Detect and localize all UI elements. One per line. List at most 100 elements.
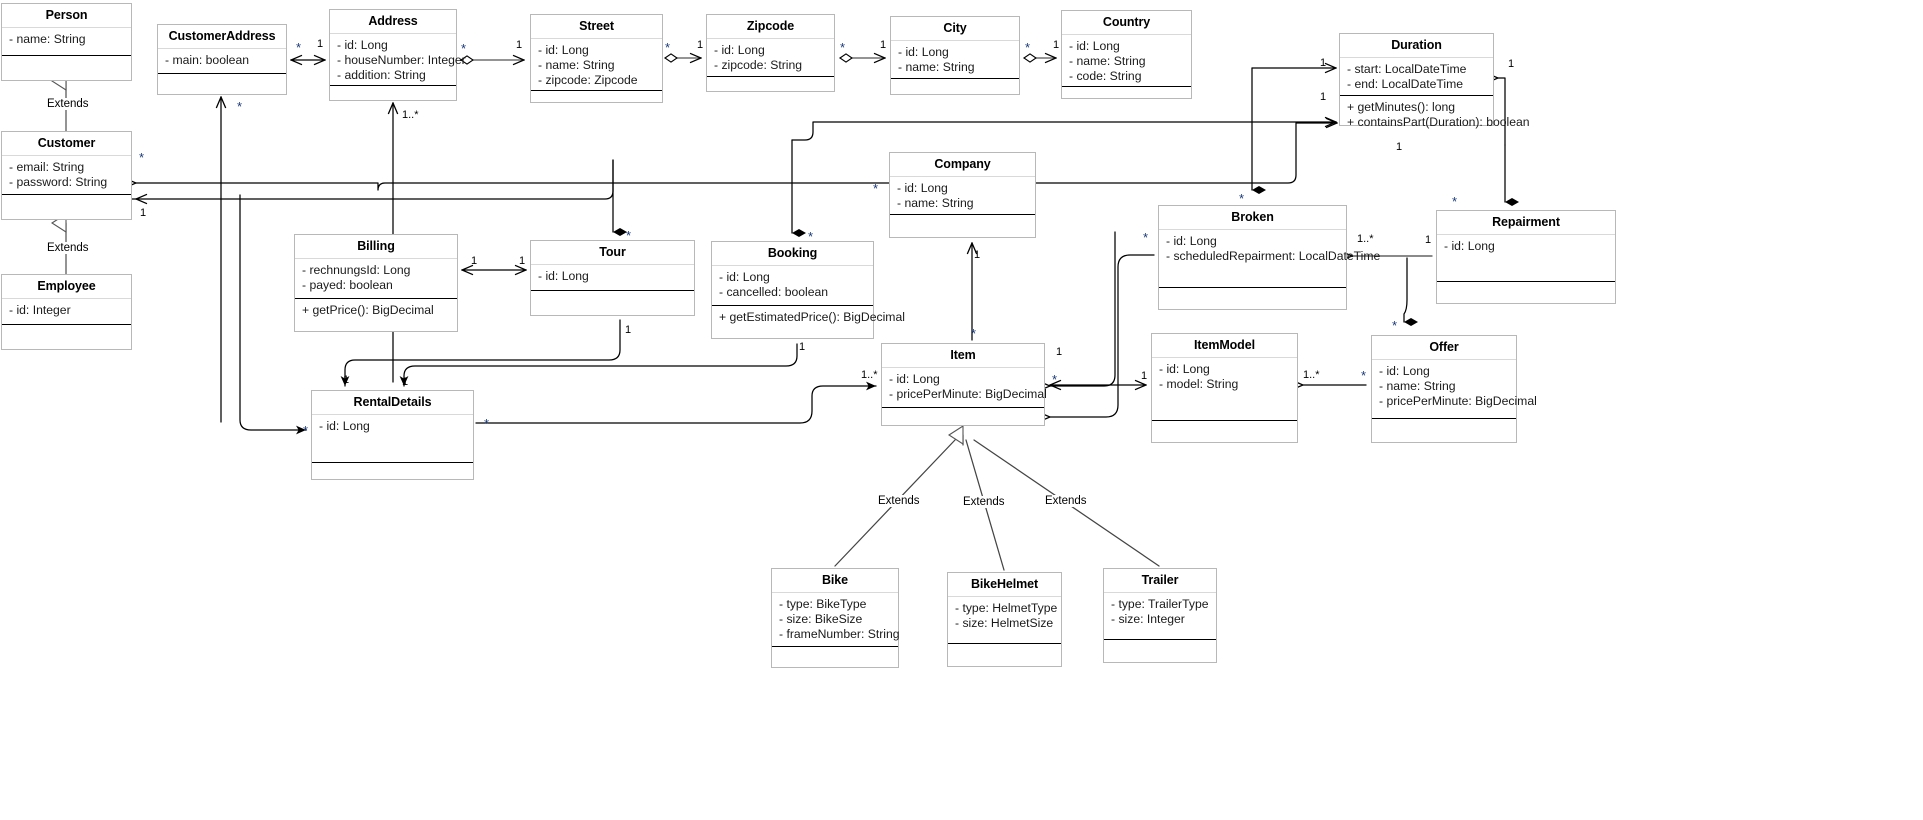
uml-class-rentaldetails[interactable]: RentalDetails - id: Long	[311, 390, 474, 480]
uml-class-company[interactable]: Company - id: Long - name: String	[889, 152, 1036, 238]
class-name: Person	[2, 4, 131, 28]
multiplicity-label: 1	[140, 207, 147, 219]
class-attributes: - id: Long - model: String	[1152, 358, 1297, 421]
class-name: Customer	[2, 132, 131, 156]
uml-class-trailer[interactable]: Trailer - type: TrailerType - size: Inte…	[1103, 568, 1217, 663]
uml-class-country[interactable]: Country - id: Long - name: String - code…	[1061, 10, 1192, 99]
class-attributes: - rechnungsId: Long - payed: boolean	[295, 259, 457, 299]
class-attributes: - id: Long - name: String - code: String	[1062, 35, 1191, 87]
attribute: - id: Long	[1159, 362, 1210, 376]
attribute: - id: Long	[719, 270, 770, 284]
uml-class-booking[interactable]: Booking - id: Long - cancelled: boolean …	[711, 241, 905, 339]
uml-class-bikehelmet[interactable]: BikeHelmet - type: HelmetType - size: He…	[947, 572, 1062, 667]
generalization-label-bikehelmet-item: Extends	[962, 496, 1006, 508]
class-operations	[1159, 288, 1346, 302]
multiplicity-label: *	[1025, 40, 1031, 55]
operation: + containsPart(Duration): boolean	[1347, 115, 1530, 129]
uml-class-duration[interactable]: Duration - start: LocalDateTime - end: L…	[1339, 33, 1530, 129]
uml-class-zipcode[interactable]: Zipcode - id: Long - zipcode: String	[706, 14, 835, 92]
uml-class-bike[interactable]: Bike - type: BikeType - size: BikeSize -…	[771, 568, 900, 668]
attribute: - zipcode: Zipcode	[538, 73, 638, 87]
uml-class-customer[interactable]: Customer - email: String - password: Str…	[1, 131, 132, 220]
multiplicity-label: 1	[516, 39, 523, 51]
attribute: - email: String	[9, 160, 85, 174]
attribute: - id: Long	[897, 181, 948, 195]
class-operations	[1104, 640, 1216, 654]
attribute: - name: String	[1069, 54, 1146, 68]
class-attributes: - id: Integer	[2, 299, 131, 325]
class-name: Zipcode	[707, 15, 834, 39]
uml-class-employee[interactable]: Employee - id: Integer	[1, 274, 132, 350]
class-operations	[890, 215, 1035, 229]
uml-class-tour[interactable]: Tour - id: Long	[530, 240, 695, 316]
class-operations	[531, 291, 694, 305]
attribute: - type: BikeType	[779, 597, 867, 611]
uml-class-billing[interactable]: Billing - rechnungsId: Long - payed: boo…	[294, 234, 458, 332]
uml-class-person[interactable]: Person - name: String	[1, 3, 132, 81]
attribute: - name: String	[897, 196, 974, 210]
multiplicity-label: *	[1452, 194, 1458, 209]
attribute: - id: Long	[1379, 364, 1430, 378]
uml-class-customeraddress[interactable]: CustomerAddress - main: boolean	[157, 24, 287, 95]
attribute: - id: Long	[714, 43, 765, 57]
generalization-label-customer-person: Extends	[46, 98, 90, 110]
class-name: Country	[1062, 11, 1191, 35]
attribute: - name: String	[9, 32, 86, 46]
uml-class-itemmodel[interactable]: ItemModel - id: Long - model: String	[1151, 333, 1298, 443]
class-operations	[2, 195, 131, 209]
class-attributes: - name: String	[2, 28, 131, 56]
uml-class-repairment[interactable]: Repairment - id: Long	[1436, 210, 1616, 304]
class-name: Employee	[2, 275, 131, 299]
multiplicity-label: *	[139, 150, 145, 165]
class-operations	[891, 79, 1019, 93]
attribute: - name: String	[538, 58, 615, 72]
class-name: RentalDetails	[312, 391, 473, 415]
multiplicity-label: *	[237, 99, 243, 114]
class-operations	[158, 74, 286, 88]
multiplicity-label: *	[840, 40, 846, 55]
multiplicity-label: 1	[1396, 141, 1403, 153]
class-operations	[312, 463, 473, 477]
generalization-label-trailer-item: Extends	[1044, 495, 1088, 507]
class-attributes: - main: boolean	[158, 49, 286, 74]
class-attributes: - id: Long - name: String	[891, 41, 1019, 79]
multiplicity-label: 1	[343, 374, 350, 386]
class-name: Company	[890, 153, 1035, 177]
multiplicity-label: *	[1392, 318, 1398, 333]
class-name: Repairment	[1437, 211, 1615, 235]
class-name: Offer	[1372, 336, 1516, 360]
attribute: - id: Long	[898, 45, 949, 59]
uml-class-street[interactable]: Street - id: Long - name: String - zipco…	[530, 14, 663, 103]
class-name: Tour	[531, 241, 694, 265]
class-operations	[1372, 419, 1516, 433]
class-attributes: - start: LocalDateTime - end: LocalDateT…	[1340, 58, 1493, 96]
uml-class-broken[interactable]: Broken - id: Long - scheduledRepairment:…	[1158, 205, 1380, 310]
generalization-label-bike-item: Extends	[877, 495, 921, 507]
attribute: - zipcode: String	[714, 58, 803, 72]
attribute: - id: Long	[889, 372, 940, 386]
uml-class-item[interactable]: Item - id: Long - pricePerMinute: BigDec…	[881, 343, 1047, 426]
multiplicity-label: *	[1143, 230, 1149, 245]
uml-class-address[interactable]: Address - id: Long - houseNumber: Intege…	[329, 9, 466, 101]
attribute: - size: Integer	[1111, 612, 1185, 626]
class-operations: + getPrice(): BigDecimal	[295, 299, 457, 322]
multiplicity-label: *	[461, 41, 467, 56]
multiplicity-label: *	[665, 40, 671, 55]
class-attributes: - email: String - password: String	[2, 156, 131, 195]
multiplicity-label: 1..*	[1357, 233, 1374, 245]
multiplicity-label: 1	[1141, 370, 1148, 382]
multiplicity-label: *	[296, 40, 302, 55]
uml-class-city[interactable]: City - id: Long - name: String	[890, 16, 1020, 95]
attribute: - id: Long	[319, 419, 370, 433]
class-name: Billing	[295, 235, 457, 259]
class-name: City	[891, 17, 1019, 41]
class-attributes: - id: Long	[1437, 235, 1615, 282]
class-attributes: - id: Long - cancelled: boolean	[712, 266, 873, 306]
multiplicity-label: 1	[697, 39, 704, 51]
multiplicity-label: *	[1361, 368, 1367, 383]
class-operations: + getEstimatedPrice(): BigDecimal	[712, 306, 905, 329]
uml-class-offer[interactable]: Offer - id: Long - name: String - priceP…	[1371, 335, 1537, 443]
class-attributes: - id: Long - name: String	[890, 177, 1035, 215]
attribute: - size: BikeSize	[779, 612, 863, 626]
multiplicity-label: 1	[625, 324, 632, 336]
